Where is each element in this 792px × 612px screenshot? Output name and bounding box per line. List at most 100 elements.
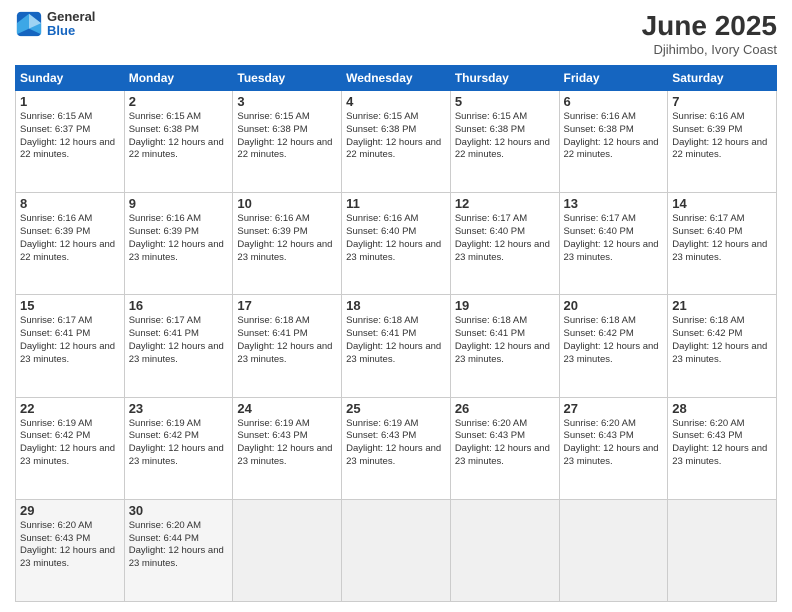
table-row: 2 Sunrise: 6:15 AMSunset: 6:38 PMDayligh… <box>124 91 233 193</box>
day-number: 1 <box>20 94 120 109</box>
day-info: Sunrise: 6:18 AMSunset: 6:42 PMDaylight:… <box>672 315 772 366</box>
table-row <box>450 499 559 601</box>
calendar-subtitle: Djihimbo, Ivory Coast <box>642 42 777 57</box>
table-row: 7 Sunrise: 6:16 AMSunset: 6:39 PMDayligh… <box>668 91 777 193</box>
day-number: 27 <box>564 401 664 416</box>
day-info: Sunrise: 6:15 AMSunset: 6:38 PMDaylight:… <box>129 111 229 162</box>
table-row: 25 Sunrise: 6:19 AMSunset: 6:43 PMDaylig… <box>342 397 451 499</box>
day-number: 9 <box>129 196 229 211</box>
table-row: 9 Sunrise: 6:16 AMSunset: 6:39 PMDayligh… <box>124 193 233 295</box>
table-row <box>233 499 342 601</box>
table-row: 28 Sunrise: 6:20 AMSunset: 6:43 PMDaylig… <box>668 397 777 499</box>
table-row: 10 Sunrise: 6:16 AMSunset: 6:39 PMDaylig… <box>233 193 342 295</box>
day-info: Sunrise: 6:17 AMSunset: 6:41 PMDaylight:… <box>129 315 229 366</box>
table-row: 21 Sunrise: 6:18 AMSunset: 6:42 PMDaylig… <box>668 295 777 397</box>
day-number: 24 <box>237 401 337 416</box>
day-info: Sunrise: 6:19 AMSunset: 6:43 PMDaylight:… <box>237 418 337 469</box>
day-info: Sunrise: 6:20 AMSunset: 6:43 PMDaylight:… <box>20 520 120 571</box>
table-row: 6 Sunrise: 6:16 AMSunset: 6:38 PMDayligh… <box>559 91 668 193</box>
col-tuesday: Tuesday <box>233 66 342 91</box>
day-info: Sunrise: 6:18 AMSunset: 6:42 PMDaylight:… <box>564 315 664 366</box>
day-info: Sunrise: 6:20 AMSunset: 6:43 PMDaylight:… <box>455 418 555 469</box>
day-number: 3 <box>237 94 337 109</box>
day-number: 6 <box>564 94 664 109</box>
day-info: Sunrise: 6:16 AMSunset: 6:40 PMDaylight:… <box>346 213 446 264</box>
col-wednesday: Wednesday <box>342 66 451 91</box>
day-number: 10 <box>237 196 337 211</box>
col-saturday: Saturday <box>668 66 777 91</box>
calendar-title: June 2025 <box>642 10 777 42</box>
col-monday: Monday <box>124 66 233 91</box>
table-row: 23 Sunrise: 6:19 AMSunset: 6:42 PMDaylig… <box>124 397 233 499</box>
page: General Blue June 2025 Djihimbo, Ivory C… <box>0 0 792 612</box>
day-info: Sunrise: 6:15 AMSunset: 6:38 PMDaylight:… <box>346 111 446 162</box>
day-number: 15 <box>20 298 120 313</box>
day-number: 5 <box>455 94 555 109</box>
day-info: Sunrise: 6:17 AMSunset: 6:40 PMDaylight:… <box>564 213 664 264</box>
day-info: Sunrise: 6:18 AMSunset: 6:41 PMDaylight:… <box>455 315 555 366</box>
day-number: 4 <box>346 94 446 109</box>
table-row: 26 Sunrise: 6:20 AMSunset: 6:43 PMDaylig… <box>450 397 559 499</box>
day-number: 17 <box>237 298 337 313</box>
table-row <box>559 499 668 601</box>
table-row <box>342 499 451 601</box>
calendar-row: 8 Sunrise: 6:16 AMSunset: 6:39 PMDayligh… <box>16 193 777 295</box>
table-row: 4 Sunrise: 6:15 AMSunset: 6:38 PMDayligh… <box>342 91 451 193</box>
day-number: 25 <box>346 401 446 416</box>
day-number: 7 <box>672 94 772 109</box>
day-info: Sunrise: 6:20 AMSunset: 6:44 PMDaylight:… <box>129 520 229 571</box>
day-info: Sunrise: 6:18 AMSunset: 6:41 PMDaylight:… <box>346 315 446 366</box>
day-info: Sunrise: 6:16 AMSunset: 6:39 PMDaylight:… <box>237 213 337 264</box>
logo-icon <box>15 10 43 38</box>
day-info: Sunrise: 6:15 AMSunset: 6:38 PMDaylight:… <box>455 111 555 162</box>
day-number: 21 <box>672 298 772 313</box>
day-number: 29 <box>20 503 120 518</box>
calendar-header-row: Sunday Monday Tuesday Wednesday Thursday… <box>16 66 777 91</box>
day-info: Sunrise: 6:20 AMSunset: 6:43 PMDaylight:… <box>564 418 664 469</box>
day-info: Sunrise: 6:19 AMSunset: 6:42 PMDaylight:… <box>129 418 229 469</box>
table-row: 18 Sunrise: 6:18 AMSunset: 6:41 PMDaylig… <box>342 295 451 397</box>
day-info: Sunrise: 6:19 AMSunset: 6:42 PMDaylight:… <box>20 418 120 469</box>
day-info: Sunrise: 6:16 AMSunset: 6:39 PMDaylight:… <box>129 213 229 264</box>
col-sunday: Sunday <box>16 66 125 91</box>
calendar-row: 1 Sunrise: 6:15 AMSunset: 6:37 PMDayligh… <box>16 91 777 193</box>
table-row: 1 Sunrise: 6:15 AMSunset: 6:37 PMDayligh… <box>16 91 125 193</box>
table-row: 20 Sunrise: 6:18 AMSunset: 6:42 PMDaylig… <box>559 295 668 397</box>
day-number: 2 <box>129 94 229 109</box>
table-row: 5 Sunrise: 6:15 AMSunset: 6:38 PMDayligh… <box>450 91 559 193</box>
day-number: 22 <box>20 401 120 416</box>
table-row: 12 Sunrise: 6:17 AMSunset: 6:40 PMDaylig… <box>450 193 559 295</box>
day-number: 30 <box>129 503 229 518</box>
table-row: 30 Sunrise: 6:20 AMSunset: 6:44 PMDaylig… <box>124 499 233 601</box>
day-number: 11 <box>346 196 446 211</box>
table-row: 19 Sunrise: 6:18 AMSunset: 6:41 PMDaylig… <box>450 295 559 397</box>
day-number: 23 <box>129 401 229 416</box>
day-info: Sunrise: 6:15 AMSunset: 6:37 PMDaylight:… <box>20 111 120 162</box>
day-info: Sunrise: 6:19 AMSunset: 6:43 PMDaylight:… <box>346 418 446 469</box>
day-number: 28 <box>672 401 772 416</box>
calendar-row: 15 Sunrise: 6:17 AMSunset: 6:41 PMDaylig… <box>16 295 777 397</box>
day-info: Sunrise: 6:17 AMSunset: 6:41 PMDaylight:… <box>20 315 120 366</box>
day-info: Sunrise: 6:16 AMSunset: 6:39 PMDaylight:… <box>672 111 772 162</box>
table-row: 22 Sunrise: 6:19 AMSunset: 6:42 PMDaylig… <box>16 397 125 499</box>
col-friday: Friday <box>559 66 668 91</box>
table-row: 11 Sunrise: 6:16 AMSunset: 6:40 PMDaylig… <box>342 193 451 295</box>
day-number: 8 <box>20 196 120 211</box>
table-row: 8 Sunrise: 6:16 AMSunset: 6:39 PMDayligh… <box>16 193 125 295</box>
table-row <box>668 499 777 601</box>
day-info: Sunrise: 6:20 AMSunset: 6:43 PMDaylight:… <box>672 418 772 469</box>
day-info: Sunrise: 6:17 AMSunset: 6:40 PMDaylight:… <box>455 213 555 264</box>
day-info: Sunrise: 6:17 AMSunset: 6:40 PMDaylight:… <box>672 213 772 264</box>
day-number: 16 <box>129 298 229 313</box>
title-block: June 2025 Djihimbo, Ivory Coast <box>642 10 777 57</box>
header: General Blue June 2025 Djihimbo, Ivory C… <box>15 10 777 57</box>
table-row: 14 Sunrise: 6:17 AMSunset: 6:40 PMDaylig… <box>668 193 777 295</box>
day-number: 26 <box>455 401 555 416</box>
calendar-table: Sunday Monday Tuesday Wednesday Thursday… <box>15 65 777 602</box>
table-row: 29 Sunrise: 6:20 AMSunset: 6:43 PMDaylig… <box>16 499 125 601</box>
day-info: Sunrise: 6:15 AMSunset: 6:38 PMDaylight:… <box>237 111 337 162</box>
day-number: 12 <box>455 196 555 211</box>
logo-text: General Blue <box>47 10 95 39</box>
table-row: 27 Sunrise: 6:20 AMSunset: 6:43 PMDaylig… <box>559 397 668 499</box>
day-info: Sunrise: 6:18 AMSunset: 6:41 PMDaylight:… <box>237 315 337 366</box>
